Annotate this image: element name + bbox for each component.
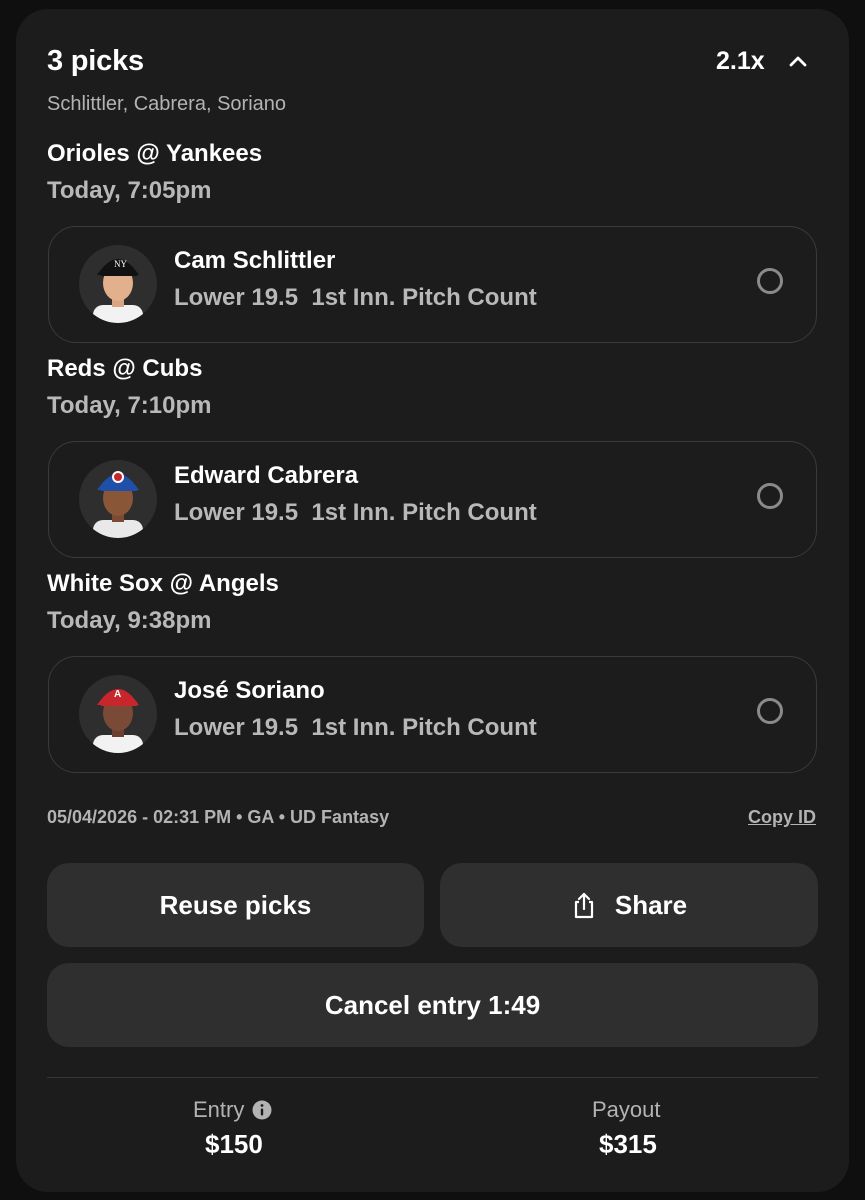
player-avatar: A: [79, 675, 157, 753]
pick-card[interactable]: NY Cam Schlittler Lower 19.5 1st Inn. Pi…: [48, 226, 817, 343]
game-time: Today, 7:10pm: [47, 392, 212, 419]
radio-circle-icon[interactable]: [757, 268, 783, 294]
entry-label-text: Entry: [193, 1097, 245, 1122]
divider: [47, 1077, 818, 1078]
pick-card[interactable]: A José Soriano Lower 19.5 1st Inn. Pitch…: [48, 656, 817, 773]
cancel-entry-button[interactable]: Cancel entry 1:49: [47, 963, 818, 1047]
svg-text:A: A: [114, 689, 121, 700]
game-time: Today, 7:05pm: [47, 177, 212, 204]
reuse-picks-label: Reuse picks: [159, 889, 312, 920]
pick-line: Lower 19.5 1st Inn. Pitch Count: [174, 284, 537, 311]
svg-text:NY: NY: [114, 259, 127, 269]
radio-circle-icon[interactable]: [757, 483, 783, 509]
payout-multiplier: 2.1x: [716, 47, 765, 75]
payout-value: $315: [599, 1129, 657, 1159]
info-icon[interactable]: [252, 1100, 272, 1120]
entry-card: 3 picks 2.1x Schlittler, Cabrera, Sorian…: [16, 9, 849, 1192]
cancel-entry-label: Cancel entry 1:49: [324, 989, 541, 1020]
copy-id-link[interactable]: Copy ID: [748, 807, 816, 828]
entry-meta: 05/04/2026 - 02:31 PM • GA • UD Fantasy: [47, 807, 390, 827]
chevron-up-icon[interactable]: [786, 50, 810, 74]
payout-label: Payout: [592, 1097, 661, 1122]
entry-label: Entry: [193, 1097, 272, 1123]
pick-line: Lower 19.5 1st Inn. Pitch Count: [174, 499, 537, 526]
game-time: Today, 9:38pm: [47, 607, 212, 634]
player-name: Cam Schlittler: [174, 247, 336, 274]
player-avatar: [79, 460, 157, 538]
radio-circle-icon[interactable]: [757, 698, 783, 724]
player-avatar: NY: [79, 245, 157, 323]
game-matchup: White Sox @ Angels: [47, 570, 279, 597]
share-label: Share: [614, 889, 688, 920]
game-matchup: Reds @ Cubs: [47, 355, 203, 382]
game-matchup: Orioles @ Yankees: [47, 140, 263, 167]
pick-line: Lower 19.5 1st Inn. Pitch Count: [174, 714, 537, 741]
pick-card[interactable]: Edward Cabrera Lower 19.5 1st Inn. Pitch…: [48, 441, 817, 558]
reuse-picks-button[interactable]: Reuse picks: [47, 863, 424, 947]
player-name: José Soriano: [174, 677, 325, 704]
picks-count-title: 3 picks: [47, 45, 144, 77]
share-icon: [574, 892, 593, 919]
entry-value: $150: [205, 1129, 263, 1159]
share-button[interactable]: Share: [440, 863, 818, 947]
player-name: Edward Cabrera: [174, 462, 359, 489]
players-summary: Schlittler, Cabrera, Soriano: [47, 93, 287, 115]
